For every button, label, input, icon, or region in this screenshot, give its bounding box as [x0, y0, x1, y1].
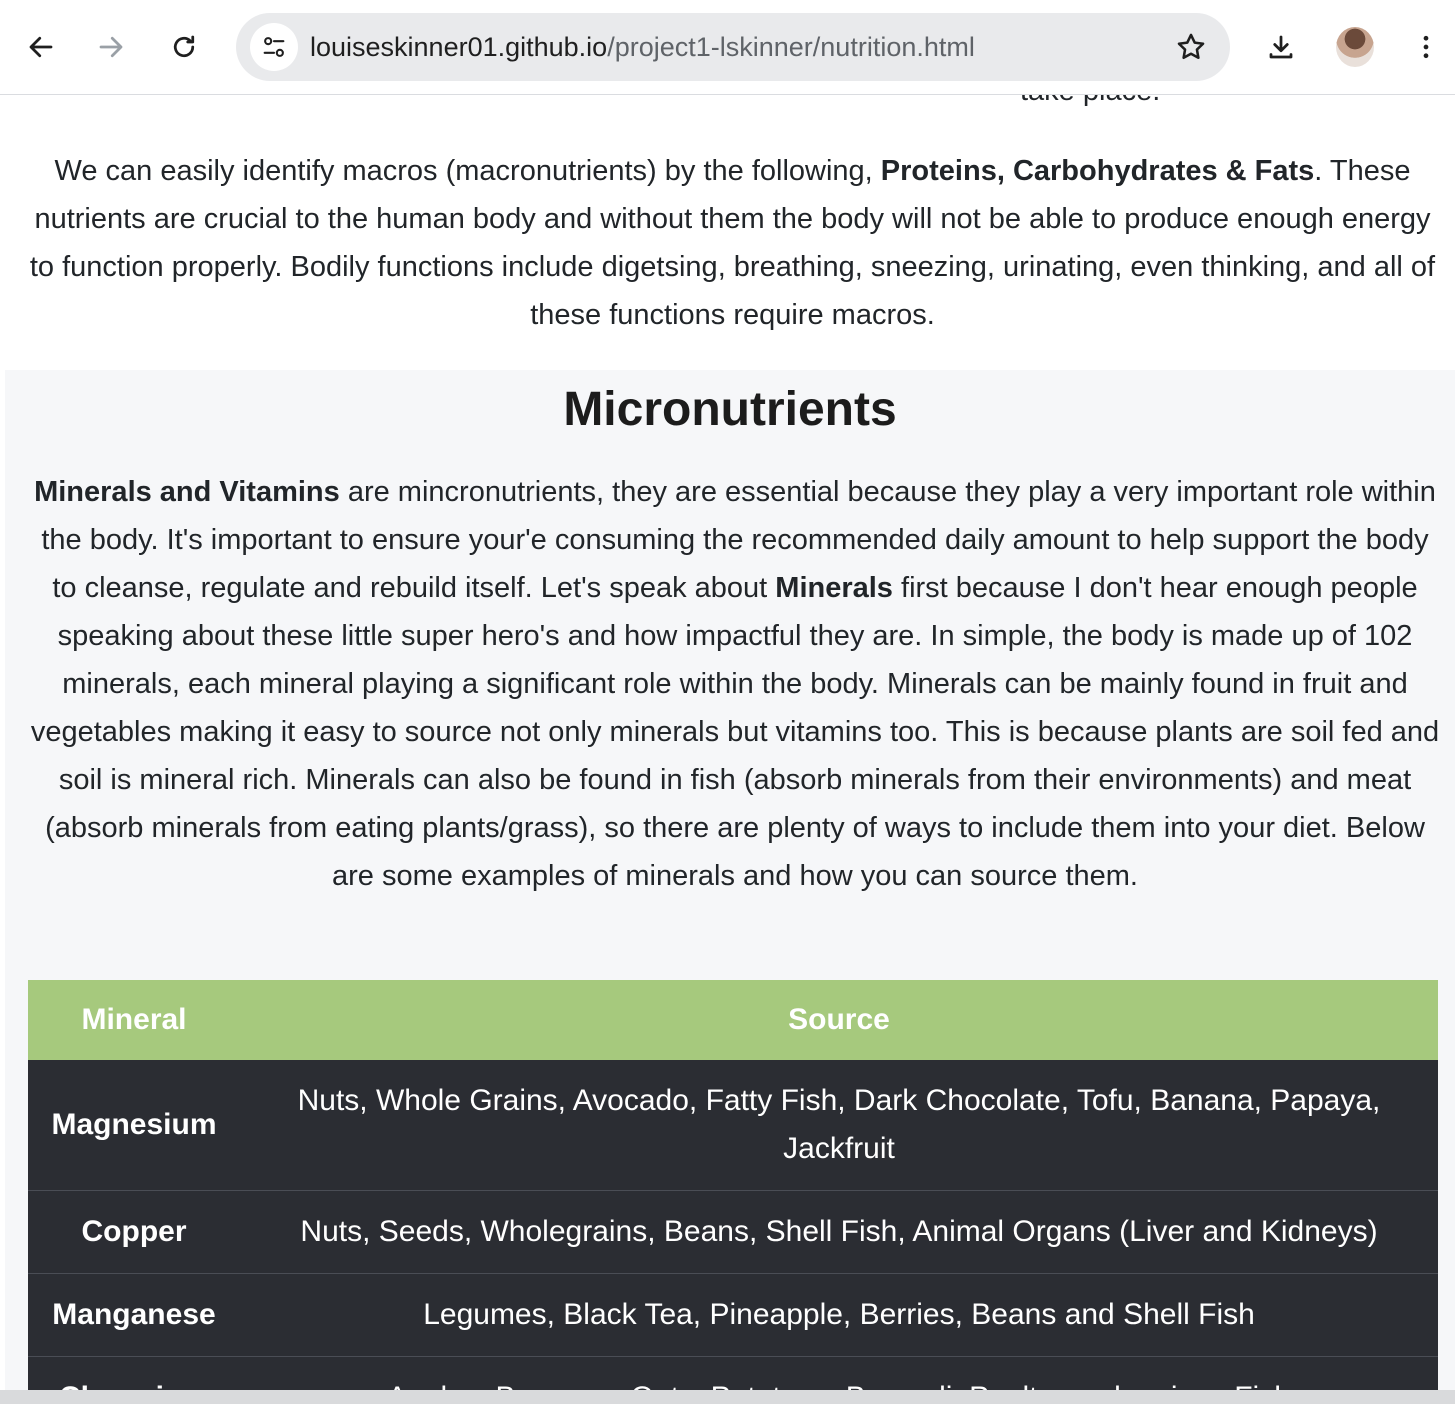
bookmark-star-icon[interactable]	[1174, 30, 1208, 64]
mineral-cell: Chromium	[28, 1356, 240, 1390]
cut-off-text: take place.	[1020, 95, 1160, 115]
arrow-right-icon	[99, 36, 123, 58]
arrow-left-icon	[29, 36, 53, 58]
profile-avatar[interactable]	[1336, 27, 1374, 67]
window-bottom-edge	[0, 1390, 1455, 1404]
source-cell: Nuts, Seeds, Wholegrains, Beans, Shell F…	[240, 1190, 1438, 1274]
table-row: Chromium Apples, Bananas, Oats, Potatoes…	[28, 1356, 1438, 1390]
download-icon	[1269, 35, 1293, 59]
reload-icon	[173, 35, 195, 58]
minerals-table: Mineral Source Magnesium Nuts, Whole Gra…	[28, 980, 1438, 1390]
source-cell: Apples, Bananas, Oats, Potatoes, Broccol…	[240, 1356, 1438, 1390]
macro-paragraph: We can easily identify macros (macronutr…	[22, 147, 1443, 339]
downloads-button[interactable]	[1256, 22, 1306, 72]
macro-bold: Proteins, Carbohydrates & Fats	[880, 155, 1315, 187]
mineral-cell: Copper	[28, 1190, 240, 1274]
url-path: /project1-lskinner/nutrition.html	[607, 32, 975, 62]
page-content: take place. We can easily identify macro…	[0, 95, 1455, 1390]
reload-button[interactable]	[159, 22, 209, 72]
section-title: Micronutrients	[563, 383, 897, 436]
table-row: Copper Nuts, Seeds, Wholegrains, Beans, …	[28, 1190, 1438, 1274]
micro-text-2: first because I don't hear enough people…	[30, 572, 1440, 892]
mineral-cell: Manganese	[28, 1273, 240, 1357]
more-vertical-icon	[1423, 35, 1429, 59]
site-info-button[interactable]	[250, 23, 298, 71]
micro-bold-2: Minerals	[775, 572, 893, 604]
address-bar[interactable]: louiseskinner01.github.io/project1-lskin…	[236, 13, 1230, 81]
browser-toolbar: louiseskinner01.github.io/project1-lskin…	[0, 0, 1455, 95]
url-host: louiseskinner01.github.io	[310, 32, 608, 62]
forward-button[interactable]	[86, 22, 136, 72]
micronutrients-section: Micronutrients Minerals and Vitamins are…	[5, 370, 1455, 1390]
source-cell: Legumes, Black Tea, Pineapple, Berries, …	[240, 1273, 1438, 1357]
tune-icon	[263, 37, 285, 57]
micro-bold-1: Minerals and Vitamins	[34, 476, 340, 508]
table-row: Magnesium Nuts, Whole Grains, Avocado, F…	[28, 1060, 1438, 1191]
macro-text-1: We can easily identify macros (macronutr…	[54, 155, 881, 187]
url-text[interactable]: louiseskinner01.github.io/project1-lskin…	[310, 32, 975, 62]
table-header-row: Mineral Source	[28, 980, 1438, 1060]
header-mineral: Mineral	[28, 980, 240, 1060]
back-button[interactable]	[16, 22, 66, 72]
menu-button[interactable]	[1401, 22, 1451, 72]
source-cell: Nuts, Whole Grains, Avocado, Fatty Fish,…	[240, 1060, 1438, 1191]
micronutrients-paragraph: Minerals and Vitamins are mincronutrient…	[27, 468, 1443, 900]
header-source: Source	[240, 980, 1438, 1060]
mineral-cell: Magnesium	[28, 1060, 240, 1191]
table-row: Manganese Legumes, Black Tea, Pineapple,…	[28, 1273, 1438, 1357]
